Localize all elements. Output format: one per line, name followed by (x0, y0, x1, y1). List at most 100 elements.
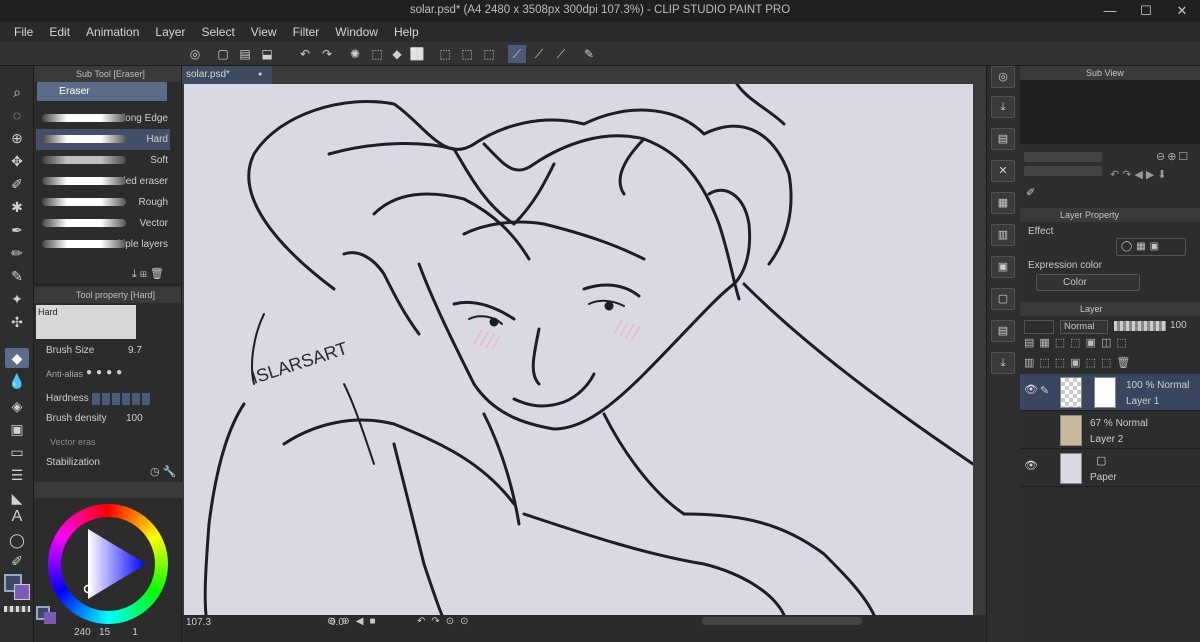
select-icon[interactable]: ⊕ (5, 128, 29, 148)
eye-icon[interactable]: 👁 (1024, 460, 1038, 472)
eyedropper-icon[interactable]: ✐ (5, 174, 29, 194)
menu-layer[interactable]: Layer (147, 22, 193, 42)
grid-icon[interactable]: ▦ (991, 192, 1015, 214)
brush-density-value[interactable]: 100 (126, 413, 143, 424)
snap-ruler-icon[interactable]: ⟋ (508, 45, 526, 63)
brush-item-hard[interactable]: Hard (36, 129, 170, 150)
open-file-icon[interactable]: ▤ (236, 45, 254, 63)
new-file-icon[interactable]: ▢ (214, 45, 232, 63)
menu-animation[interactable]: Animation (78, 22, 147, 42)
toolprop-footer-icons[interactable]: ◷ 🔧 (150, 465, 176, 478)
eyedropper-icon[interactable]: ✐ (1026, 186, 1035, 199)
pencil-icon[interactable]: ✏ (5, 243, 29, 263)
document-tab-close[interactable]: ● (258, 66, 262, 84)
color-triangle[interactable] (61, 517, 155, 611)
download-icon[interactable]: ⤓ (991, 96, 1015, 118)
subview-rotate-controls[interactable]: ↶↷◀▶⬇ (1110, 168, 1170, 181)
airbrush-icon[interactable]: ✦ (5, 289, 29, 309)
image-icon[interactable]: ▥ (991, 224, 1015, 246)
menu-file[interactable]: File (6, 22, 41, 42)
antialias-row[interactable]: Anti-alias ●●●● (46, 367, 168, 387)
move-icon[interactable]: ✥ (5, 151, 29, 171)
opacity-slider[interactable] (1114, 321, 1166, 331)
blend-mode-select[interactable]: Normal (1060, 320, 1108, 334)
minimize-button[interactable]: — (1092, 0, 1128, 22)
maximize-button[interactable]: ☐ (1128, 0, 1164, 22)
fill-icon[interactable]: ◆ (388, 45, 406, 63)
subview-slider[interactable] (1024, 152, 1102, 162)
brush-size-row[interactable]: Brush Size 9.7 (46, 345, 168, 363)
blend-icon[interactable]: 💧 (5, 371, 29, 391)
document-tab[interactable]: solar.psd* ● (182, 66, 272, 84)
brush-item-vector[interactable]: Vector (36, 213, 170, 234)
sub-color-swatch[interactable] (14, 584, 30, 600)
color-panel-tabs[interactable] (34, 482, 182, 498)
eraser-icon[interactable]: ◆ (5, 348, 29, 368)
layer-toolbar-row1[interactable]: ▤▦⬚⬚▣◫⬚ (1024, 336, 1132, 349)
transform-icon[interactable]: ⬜ (408, 45, 426, 63)
transparent-color-swatch[interactable] (4, 606, 30, 612)
menu-edit[interactable]: Edit (41, 22, 78, 42)
snap-special-ruler-icon[interactable]: ⟋ (530, 45, 548, 63)
home-icon[interactable]: ◎ (186, 45, 204, 63)
zoom-readout[interactable]: 107.3 (186, 617, 211, 628)
brush-density-row[interactable]: Brush density 100 (46, 413, 168, 431)
decoration-icon[interactable]: ✣ (5, 312, 29, 332)
angle-readout[interactable]: 0.0 (330, 617, 344, 628)
menu-filter[interactable]: Filter (285, 22, 328, 42)
zoom-icon[interactable]: ⌕ (5, 82, 29, 102)
pen-icon[interactable]: ✒ (5, 220, 29, 240)
layer-row-paper[interactable]: 👁 ▢ Paper (1020, 450, 1200, 487)
brush-icon[interactable]: ✎ (5, 266, 29, 286)
brush-item-multiple-layers[interactable]: Multiple layers (36, 234, 170, 255)
correct-line-icon[interactable]: ✐ (5, 551, 29, 571)
undo-icon[interactable]: ↶ (296, 45, 314, 63)
export-icon[interactable]: ⤓ (991, 352, 1015, 374)
horizontal-scrollbar[interactable] (702, 617, 862, 625)
magic-icon[interactable]: ✱ (5, 197, 29, 217)
expression-color-select[interactable]: Color (1036, 274, 1140, 291)
menu-window[interactable]: Window (327, 22, 386, 42)
layer-row-layer2[interactable]: 67 % Normal Layer 2 (1020, 412, 1200, 449)
close-button[interactable]: ✕ (1164, 0, 1200, 22)
antialias-options[interactable]: ●●●● (86, 367, 126, 378)
palette-icon[interactable]: ▤ (991, 320, 1015, 342)
eye-icon[interactable]: 👁 (1024, 384, 1038, 396)
brush-item-kneaded[interactable]: Kneaded eraser (36, 171, 170, 192)
layer-color-select[interactable] (1024, 320, 1054, 334)
balloon-icon[interactable]: ◯ (5, 530, 29, 550)
quick-access-icon[interactable]: ✎ (580, 45, 598, 63)
delete-icon[interactable]: ✕ (991, 160, 1015, 182)
text-icon[interactable]: A (5, 507, 29, 527)
subview-zoom-controls[interactable]: ⊖⊕☐ (1156, 150, 1190, 163)
menu-help[interactable]: Help (386, 22, 427, 42)
layer-toolbar-row2[interactable]: ▥⬚⬚▣⬚⬚🗑 (1024, 356, 1135, 369)
gradient-icon[interactable]: ▣ (5, 419, 29, 439)
vector-erase-row[interactable]: Vector eras (46, 437, 168, 455)
brush-item-rough[interactable]: Rough (36, 192, 170, 213)
layer-row-layer1[interactable]: 👁 ✎ 100 % Normal Layer 1 (1020, 374, 1200, 411)
navigator-icon[interactable]: ◎ (991, 66, 1015, 88)
brush-item-soft[interactable]: Soft (36, 150, 170, 171)
ruler-icon[interactable]: ◣ (5, 488, 29, 508)
save-icon[interactable]: ⬓ (258, 45, 276, 63)
rotation-controls[interactable]: ↶↷⊙⊙ (417, 616, 475, 627)
brush-item-erase-along-edge[interactable]: Erase Along Edge (36, 108, 170, 129)
deselect-icon[interactable]: ⬚ (436, 45, 454, 63)
subtool-footer-icons[interactable]: ⤓ ⊞ 🗑 (132, 267, 164, 281)
subview-slider-2[interactable] (1024, 166, 1102, 176)
material-icon[interactable]: ▤ (991, 128, 1015, 150)
invert-selection-icon[interactable]: ⬚ (458, 45, 476, 63)
loading-icon[interactable]: ✺ (346, 45, 364, 63)
brush-size-value[interactable]: 9.7 (128, 345, 142, 356)
frame-icon[interactable]: ☰ (5, 465, 29, 485)
menu-view[interactable]: View (243, 22, 285, 42)
artboard[interactable]: ISLARSART (184, 84, 973, 615)
opacity-value[interactable]: 100 (1170, 320, 1187, 331)
frame-icon[interactable]: ▢ (991, 288, 1015, 310)
pen-lock-icon[interactable]: ✎ (1040, 384, 1049, 397)
redo-icon[interactable]: ↷ (318, 45, 336, 63)
subtool-group-eraser[interactable]: Eraser (37, 82, 167, 101)
clear-icon[interactable]: ⬚ (368, 45, 386, 63)
lasso-icon[interactable]: ◌ (5, 105, 29, 125)
